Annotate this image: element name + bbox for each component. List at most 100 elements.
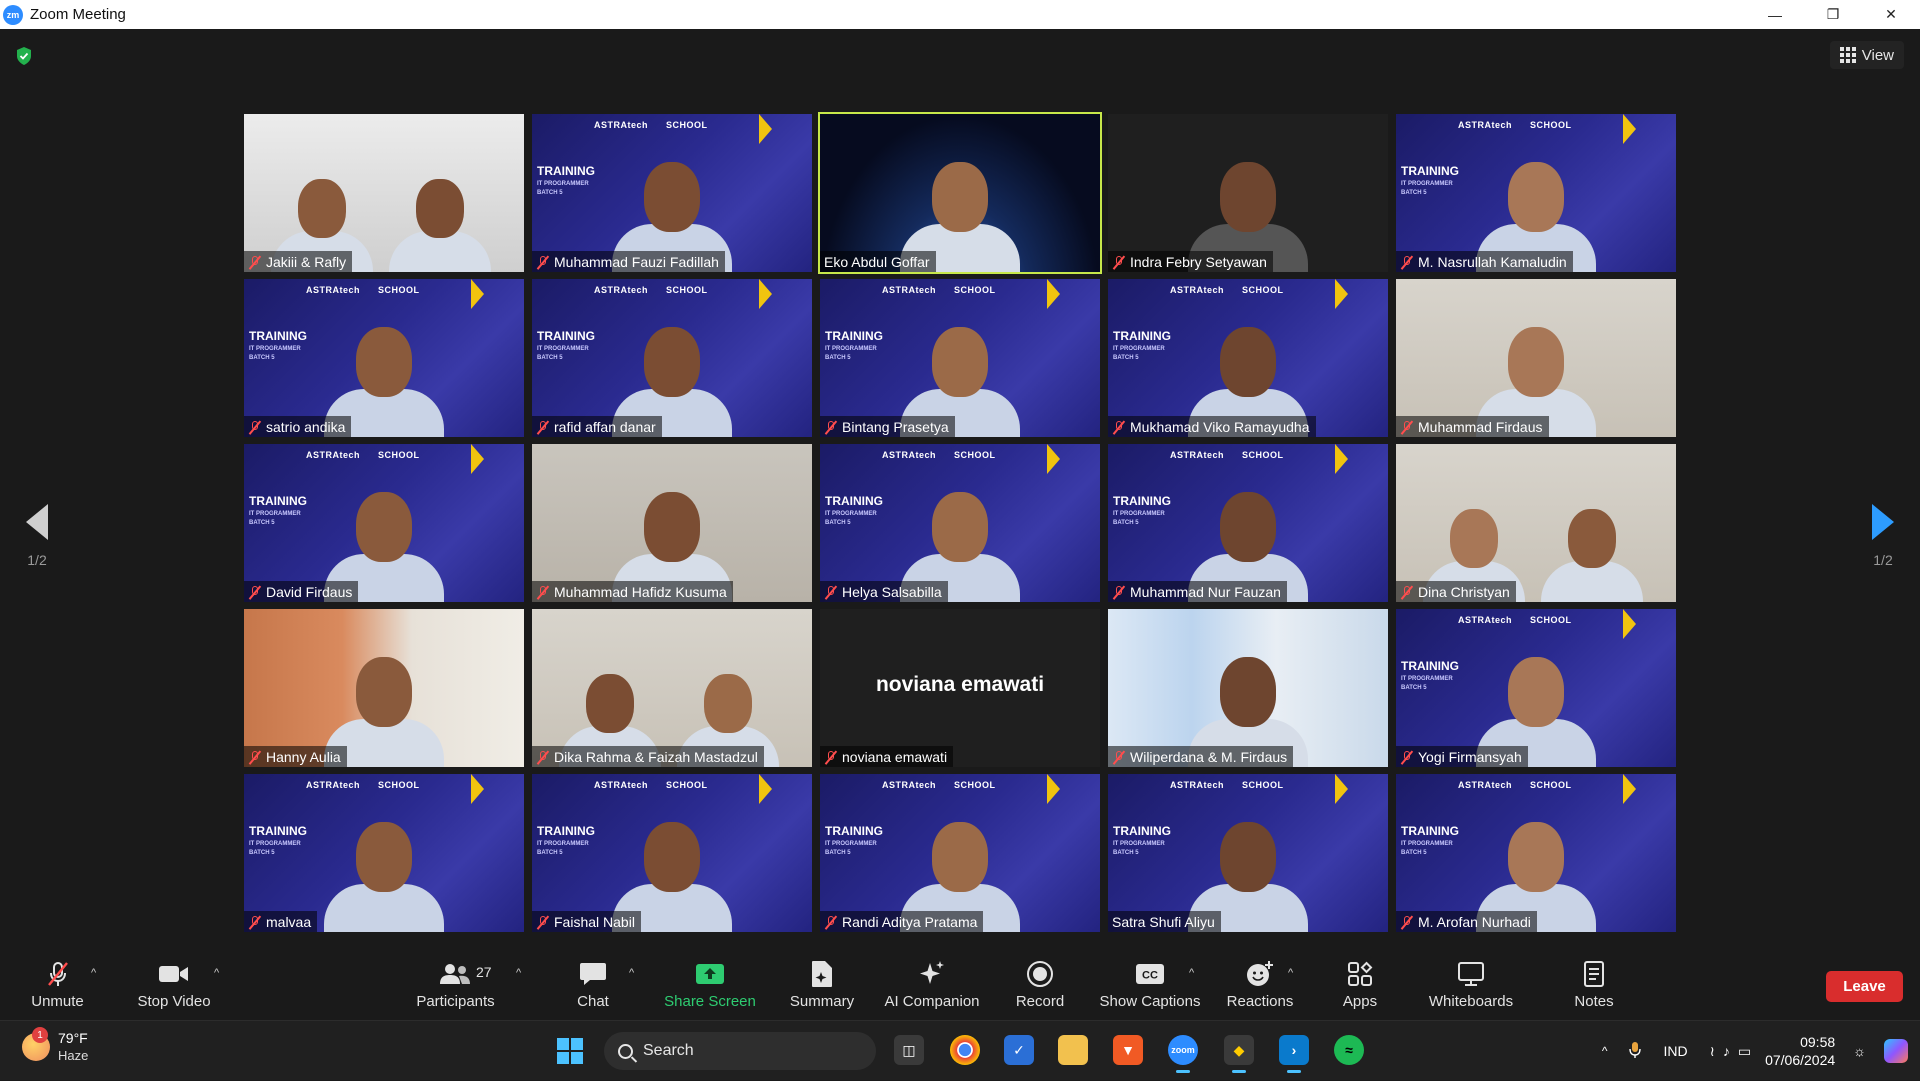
reactions-options-caret[interactable]: ^: [1288, 967, 1293, 979]
training-subheading: IT PROGRAMMER BATCH 5: [537, 345, 589, 363]
stop-video-button[interactable]: Stop Video: [128, 949, 220, 1020]
taskbar-clock[interactable]: 09:58 07/06/2024: [1765, 1033, 1835, 1069]
participants-button[interactable]: Participants: [408, 949, 503, 1020]
participants-options-caret[interactable]: ^: [516, 967, 521, 979]
copilot-icon[interactable]: [1884, 1039, 1908, 1063]
participant-tile[interactable]: Eko Abdul Goffar: [818, 112, 1102, 274]
leave-button[interactable]: Leave: [1826, 971, 1903, 1002]
participant-name-label: rafid affan danar: [532, 416, 662, 437]
captions-options-caret[interactable]: ^: [1189, 967, 1194, 979]
unmute-button[interactable]: Unmute: [20, 949, 95, 1020]
todo-app-icon[interactable]: ✓: [1004, 1035, 1034, 1065]
participant-tile[interactable]: Muhammad Firdaus: [1396, 279, 1676, 437]
volume-icon[interactable]: ♪: [1723, 1043, 1730, 1059]
show-captions-button[interactable]: CC Show Captions: [1098, 949, 1202, 1020]
participant-tile[interactable]: ASTRAtech SCHOOL TRAINING IT PROGRAMMER BATC…: [820, 774, 1100, 932]
meeting-toolbar: Unmute ^ Stop Video ^ Participants 27 ^ …: [0, 949, 1920, 1020]
training-subheading: IT PROGRAMMER BATCH 5: [249, 840, 301, 858]
virtual-background-brand: ASTRAtech SCHOOL: [306, 780, 420, 790]
previous-page[interactable]: 1/2: [17, 504, 57, 568]
apps-button[interactable]: Apps: [1335, 949, 1385, 1020]
vscode-icon[interactable]: ›: [1279, 1035, 1309, 1073]
weather-widget[interactable]: 1 79°F Haze: [22, 1027, 88, 1064]
taskbar-search[interactable]: Search: [604, 1032, 876, 1070]
participant-tile[interactable]: ASTRAtech SCHOOL TRAINING IT PROGRAMMER BATC…: [532, 774, 812, 932]
record-button[interactable]: Record: [1012, 949, 1068, 1020]
virtual-background-brand: ASTRAtech SCHOOL: [594, 780, 708, 790]
show-hidden-icons-chevron-icon[interactable]: ^: [1602, 1044, 1608, 1058]
chat-options-caret[interactable]: ^: [629, 967, 634, 979]
muted-mic-icon: [1112, 585, 1126, 599]
brand-astratech: ASTRAtech: [306, 780, 361, 790]
git-app-icon[interactable]: ◆: [1224, 1035, 1254, 1073]
participant-name: Satra Shufi Aliyu: [1112, 913, 1215, 930]
participant-tile[interactable]: ASTRAtech SCHOOL TRAINING IT PROGRAMMER BATC…: [532, 114, 812, 272]
participant-tile[interactable]: ASTRAtech SCHOOL TRAINING IT PROGRAMMER BATC…: [1396, 774, 1676, 932]
participant-tile[interactable]: Hanny Aulia: [244, 609, 524, 767]
participant-name-label: Mukhamad Viko Ramayudha: [1108, 416, 1316, 437]
participant-name-label: Faishal Nabil: [532, 911, 641, 932]
participant-tile[interactable]: ASTRAtech SCHOOL TRAINING IT PROGRAMMER BATC…: [1108, 279, 1388, 437]
brave-browser-icon[interactable]: ▼: [1113, 1035, 1143, 1065]
audio-options-caret[interactable]: ^: [91, 967, 96, 979]
participant-tile[interactable]: Dina Christyan: [1396, 444, 1676, 602]
chrome-icon[interactable]: [950, 1035, 980, 1065]
view-button[interactable]: View: [1829, 41, 1904, 69]
page-indicator-left: 1/2: [27, 552, 47, 568]
input-language[interactable]: IND: [1663, 1043, 1687, 1059]
brand-school: SCHOOL: [378, 780, 420, 790]
participant-tile[interactable]: ASTRAtech SCHOOL TRAINING IT PROGRAMMER BATC…: [820, 279, 1100, 437]
microphone-icon[interactable]: [1629, 1041, 1642, 1062]
reactions-button[interactable]: Reactions: [1222, 949, 1298, 1020]
training-subheading-line: IT PROGRAMMER: [249, 511, 301, 517]
brand-astratech: ASTRAtech: [1170, 450, 1225, 460]
virtual-background-brand: ASTRAtech SCHOOL: [1458, 780, 1572, 790]
training-heading: TRAINING: [249, 329, 307, 343]
participant-tile[interactable]: ASTRAtech SCHOOL TRAINING IT PROGRAMMER BATC…: [1396, 114, 1676, 272]
participant-tile[interactable]: ASTRAtech SCHOOL TRAINING IT PROGRAMMER BATC…: [244, 279, 524, 437]
training-subheading: IT PROGRAMMER BATCH 5: [825, 840, 877, 858]
participant-tile[interactable]: ASTRAtech SCHOOL TRAINING IT PROGRAMMER BATC…: [1108, 444, 1388, 602]
windows-start-icon[interactable]: [557, 1038, 583, 1064]
restore-button[interactable]: ❐: [1804, 0, 1862, 29]
training-batch-line: BATCH 5: [1113, 520, 1139, 526]
training-batch-line: BATCH 5: [825, 520, 851, 526]
participant-tile[interactable]: Dika Rahma & Faizah Mastadzul: [532, 609, 812, 767]
file-explorer-icon[interactable]: [1058, 1035, 1088, 1065]
next-page[interactable]: 1/2: [1863, 504, 1903, 568]
muted-mic-icon: [45, 960, 71, 988]
participant-tile[interactable]: Jakiii & Rafly: [244, 114, 524, 272]
chat-button[interactable]: Chat: [568, 949, 618, 1020]
participant-tile[interactable]: ASTRAtech SCHOOL TRAINING IT PROGRAMMER BATC…: [1108, 774, 1388, 932]
participant-name-label: Yogi Firmansyah: [1396, 746, 1528, 767]
zoom-taskbar-icon[interactable]: zoom: [1168, 1035, 1198, 1073]
task-view-icon[interactable]: ◫: [894, 1035, 924, 1065]
notifications-bell-icon[interactable]: ☼: [1853, 1043, 1866, 1059]
spotify-icon[interactable]: ≈: [1334, 1035, 1364, 1065]
training-subheading-line: IT PROGRAMMER: [537, 841, 589, 847]
participant-tile[interactable]: ASTRAtech SCHOOL TRAINING IT PROGRAMMER BATC…: [532, 279, 812, 437]
encryption-shield-icon[interactable]: [15, 46, 33, 66]
video-options-caret[interactable]: ^: [214, 967, 219, 979]
virtual-background-brand: ASTRAtech SCHOOL: [1458, 615, 1572, 625]
wifi-icon[interactable]: ≀: [1710, 1043, 1715, 1060]
participant-tile[interactable]: ASTRAtech SCHOOL TRAINING IT PROGRAMMER BATC…: [820, 444, 1100, 602]
share-screen-button[interactable]: Share Screen: [660, 949, 760, 1020]
notes-button[interactable]: Notes: [1568, 949, 1620, 1020]
participant-tile[interactable]: Indra Febry Setyawan: [1108, 114, 1388, 272]
battery-icon[interactable]: ▭: [1738, 1043, 1751, 1060]
close-button[interactable]: ✕: [1862, 0, 1920, 29]
participant-tile[interactable]: ASTRAtech SCHOOL TRAINING IT PROGRAMMER BATC…: [1396, 609, 1676, 767]
participant-tile[interactable]: Wiliperdana & M. Firdaus: [1108, 609, 1388, 767]
participant-name: malvaa: [266, 913, 312, 930]
participant-tile[interactable]: ASTRAtech SCHOOL TRAINING IT PROGRAMMER BATC…: [244, 774, 524, 932]
training-batch-line: BATCH 5: [1401, 850, 1427, 856]
minimize-button[interactable]: —: [1746, 0, 1804, 29]
virtual-background-brand: ASTRAtech SCHOOL: [594, 120, 708, 130]
participant-tile[interactable]: ASTRAtech SCHOOL TRAINING IT PROGRAMMER BATC…: [244, 444, 524, 602]
whiteboards-button[interactable]: Whiteboards: [1423, 949, 1519, 1020]
participant-tile[interactable]: noviana emawati noviana emawati: [820, 609, 1100, 767]
summary-button[interactable]: Summary: [786, 949, 858, 1020]
ai-companion-button[interactable]: AI Companion: [880, 949, 984, 1020]
participant-tile[interactable]: Muhammad Hafidz Kusuma: [532, 444, 812, 602]
